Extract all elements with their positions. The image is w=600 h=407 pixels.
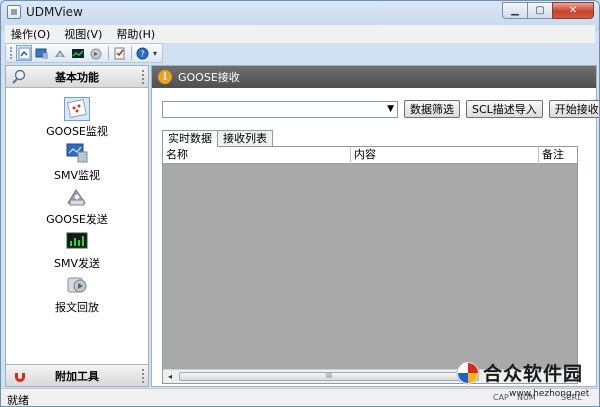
sidebar-item-label: GOOSE监视 [46, 125, 108, 138]
content-header: i GOOSE接收 [152, 66, 596, 88]
smv-monitor-icon [64, 141, 90, 165]
menu-operate[interactable]: 操作(O) [11, 26, 50, 42]
smv-monitor-icon [35, 48, 48, 59]
toolbar-overflow-button[interactable]: ▾ [153, 49, 157, 58]
menu-bar: 操作(O) 视图(V) 帮助(H) [5, 25, 595, 43]
window-title: UDMView [26, 5, 83, 19]
smv-send-icon [64, 229, 90, 253]
goose-source-select[interactable]: ▼ [162, 100, 398, 118]
info-icon: i [158, 70, 172, 84]
watermark: 合众软件园 www.hezhong.net [455, 357, 599, 405]
column-name[interactable]: 名称 [163, 147, 351, 164]
goose-monitor-icon [64, 97, 90, 121]
smv-send-icon [72, 48, 84, 58]
watermark-logo-icon [456, 361, 480, 385]
message-replay-icon [64, 273, 90, 297]
toolbar-separator [131, 46, 132, 60]
title-bar[interactable]: UDMView ▁ ▢ ✕ [1, 1, 599, 23]
table-header: 名称 内容 备注 [163, 147, 577, 164]
toolbar-separator [108, 46, 109, 60]
sidebar-header-label: 基本功能 [55, 70, 99, 84]
toolbar-help-button[interactable]: ? [134, 45, 150, 61]
sidebar: 基本功能 GOOSE监视 SMV监视 GOOSE发送 SMV发送 报文回放 附加… [5, 65, 149, 387]
goose-send-icon [64, 185, 90, 209]
data-filter-button[interactable]: 数据筛选 [404, 100, 460, 118]
tab-strip: 实时数据 接收列表 [162, 130, 273, 147]
column-content[interactable]: 内容 [351, 147, 539, 164]
sidebar-item-smv-send[interactable]: SMV发送 [6, 226, 148, 270]
toolbar-checklist-button[interactable] [111, 45, 127, 61]
sidebar-item-smv-monitor[interactable]: SMV监视 [6, 138, 148, 182]
sidebar-item-label: 报文回放 [55, 301, 99, 314]
app-window: UDMView ▁ ▢ ✕ 操作(O) 视图(V) 帮助(H) ? ▾ 基本功能… [0, 0, 600, 407]
watermark-url: www.hezhong.net [509, 389, 590, 399]
toolbar-replay-button[interactable] [88, 45, 104, 61]
control-row: ▼ 数据筛选 SCL描述导入 开始接收 [162, 100, 599, 118]
status-text: 就绪 [7, 394, 29, 407]
tab-receive-list[interactable]: 接收列表 [217, 130, 273, 146]
menu-help[interactable]: 帮助(H) [116, 26, 155, 42]
sidebar-item-label: SMV发送 [54, 257, 100, 270]
start-receive-button[interactable]: 开始接收 [548, 100, 599, 118]
app-icon [7, 5, 21, 19]
tab-realtime-data[interactable]: 实时数据 [162, 130, 218, 147]
goose-monitor-icon [18, 47, 30, 59]
panel-grip-icon [142, 70, 144, 84]
replay-icon [90, 48, 102, 59]
scl-import-button[interactable]: SCL描述导入 [466, 100, 543, 118]
help-icon: ? [136, 47, 148, 59]
maximize-button[interactable]: ▢ [527, 2, 553, 19]
close-button[interactable]: ✕ [552, 2, 594, 19]
main-content: i GOOSE接收 ▼ 数据筛选 SCL描述导入 开始接收 实时数据 接收列表 … [151, 65, 599, 387]
menu-view[interactable]: 视图(V) [64, 26, 102, 42]
svg-text:?: ? [140, 49, 144, 58]
scroll-left-icon[interactable]: ◂ [163, 370, 177, 383]
sidebar-footer-label: 附加工具 [55, 369, 99, 383]
sidebar-item-goose-send[interactable]: GOOSE发送 [6, 182, 148, 226]
sidebar-item-label: SMV监视 [54, 169, 100, 182]
watermark-text: 合众软件园 [483, 363, 584, 385]
column-remark[interactable]: 备注 [539, 147, 577, 164]
page-title: GOOSE接收 [178, 71, 240, 84]
scroll-thumb[interactable]: III [179, 372, 479, 381]
window-controls: ▁ ▢ ✕ [502, 2, 594, 19]
chevron-down-icon[interactable]: ▼ [387, 102, 394, 117]
toolbar: ? ▾ [5, 43, 163, 63]
sidebar-item-label: GOOSE发送 [46, 213, 108, 226]
data-table[interactable]: 名称 内容 备注 ◂ III ▸ [162, 146, 578, 384]
toolbar-smv-monitor-button[interactable] [34, 45, 50, 61]
minimize-button[interactable]: ▁ [502, 2, 528, 19]
toolbar-goose-monitor-button[interactable] [16, 45, 32, 61]
sidebar-header-basic[interactable]: 基本功能 [6, 66, 148, 88]
panel-grip-icon [142, 369, 144, 383]
toolbar-smv-send-button[interactable] [70, 45, 86, 61]
toolbar-grip-icon[interactable] [10, 47, 13, 59]
sidebar-item-message-replay[interactable]: 报文回放 [6, 270, 148, 314]
sidebar-item-goose-monitor[interactable]: GOOSE监视 [6, 94, 148, 138]
checklist-icon [114, 47, 124, 59]
sidebar-header-tools[interactable]: 附加工具 [6, 364, 148, 386]
toolbar-goose-send-button[interactable] [52, 45, 68, 61]
goose-send-icon [55, 49, 65, 57]
